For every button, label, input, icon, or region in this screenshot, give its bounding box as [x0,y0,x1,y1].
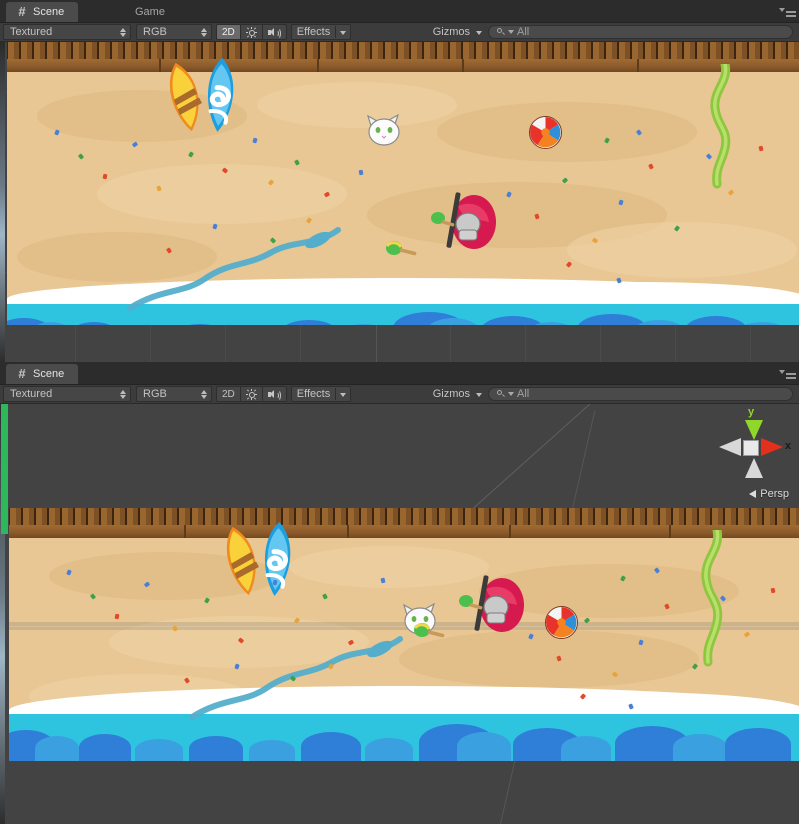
draw-mode-dropdown[interactable]: Textured [3,386,131,402]
sun-icon [245,26,257,38]
updown-arrows-icon [120,389,127,400]
gizmo-search-input[interactable]: All [488,25,793,39]
effects-dropdown[interactable]: Effects [290,386,352,402]
draw-mode-value: Textured [10,26,53,38]
draw-mode-dropdown[interactable]: Textured [3,24,131,40]
tabbar-top: # Scene Game [0,0,799,23]
scene-toolbar-top: Textured RGB 2D Effects Gizmos All [0,23,799,42]
player-character [431,192,496,249]
color-mode-dropdown[interactable]: RGB [136,24,212,40]
scene-left-edge [0,42,5,362]
maraca [413,623,445,638]
tab-label: Scene [33,368,65,380]
chevron-down-icon [476,26,482,38]
projection-label: Persp [760,488,789,500]
boardwalk-fence [7,42,799,72]
panel-options-icon[interactable] [779,6,796,17]
chevron-down-icon [476,388,482,400]
speaker-icon [267,27,282,39]
effects-dropdown[interactable]: Effects [290,24,352,40]
updown-arrows-icon [201,389,208,400]
sun-icon [245,388,257,400]
scene-viewport-bottom[interactable]: y x Persp [0,404,799,824]
kelp-vine [701,530,723,667]
object-edge-marker [1,404,8,534]
gizmos-label: Gizmos [432,388,470,400]
fish-trail [189,636,403,720]
scene-axis-gizmo[interactable]: y x [715,406,792,484]
tab-label: Scene [33,6,65,18]
beach-ball [545,606,578,639]
gizmos-dropdown[interactable]: Gizmos [427,386,488,402]
axis-label-x: x [785,440,792,452]
search-icon [497,390,505,398]
surfboard-group [144,54,256,136]
scene-toolbar-bottom: Textured RGB 2D Effects Gizmos All [0,385,799,404]
scene-viewport-top[interactable] [0,42,799,362]
search-placeholder: All [517,26,530,38]
effects-label: Effects [296,388,331,400]
gizmo-search-input[interactable]: All [488,387,793,401]
tab-label: Game [135,6,165,18]
kelp-vine [710,64,731,189]
fish-trail [127,227,341,311]
toggle-2d-button[interactable]: 2D [216,24,241,40]
beach-world-top [7,42,799,325]
panel-options-icon[interactable] [779,368,796,379]
toggle-audio-button[interactable] [262,24,287,40]
projection-toggle[interactable]: Persp [749,488,789,500]
axis-cone-x[interactable] [761,438,783,456]
axis-cone-y[interactable] [745,420,763,440]
search-placeholder: All [517,388,530,400]
draw-mode-value: Textured [10,388,53,400]
gizmos-dropdown[interactable]: Gizmos [427,24,488,40]
beach-world-bottom [9,508,799,761]
toggle-2d-label: 2D [222,388,235,400]
toggle-audio-button[interactable] [262,386,287,402]
updown-arrows-icon [201,27,208,38]
updown-arrows-icon [120,27,127,38]
gizmos-label: Gizmos [432,26,470,38]
axis-cone-x-neg[interactable] [719,438,741,456]
toggle-2d-button[interactable]: 2D [216,386,241,402]
maraca [385,241,417,256]
color-mode-dropdown[interactable]: RGB [136,386,212,402]
scene-panel-bottom: # Scene Textured RGB 2D Effects Gizmos A… [0,362,799,824]
toggle-2d-label: 2D [222,26,235,38]
chevron-down-icon [508,392,514,396]
toggle-lighting-button[interactable] [240,386,263,402]
cat [367,114,400,146]
scene-hash-icon: # [18,366,26,381]
tabbar-bottom: # Scene [0,362,799,385]
effects-label: Effects [296,26,331,38]
beach-ball [529,116,562,149]
axis-label-y: y [748,406,755,418]
axis-gizmo-hub[interactable] [743,440,759,456]
tab-scene-bottom[interactable]: # Scene [6,364,79,384]
tab-game-top[interactable]: Game [108,2,179,22]
chevron-down-icon [508,30,514,34]
chevron-down-icon [336,26,350,38]
color-mode-value: RGB [143,26,167,38]
player-character [459,575,524,632]
speaker-icon [267,389,282,401]
arrow-left-icon [749,490,757,498]
surfboard-group [201,518,313,600]
tab-scene-top[interactable]: # Scene [6,2,79,22]
toggle-lighting-button[interactable] [240,24,263,40]
axis-cone-z[interactable] [745,458,763,478]
game-icon [118,6,130,18]
search-icon [497,28,505,36]
unity-editor-window: # Scene Game Textured RGB 2D Effects Giz… [0,0,799,824]
color-mode-value: RGB [143,388,167,400]
boardwalk-fence [9,508,799,538]
scene-hash-icon: # [18,4,26,19]
scene-panel-top: # Scene Game Textured RGB 2D Effects Giz… [0,0,799,362]
chevron-down-icon [336,388,350,400]
